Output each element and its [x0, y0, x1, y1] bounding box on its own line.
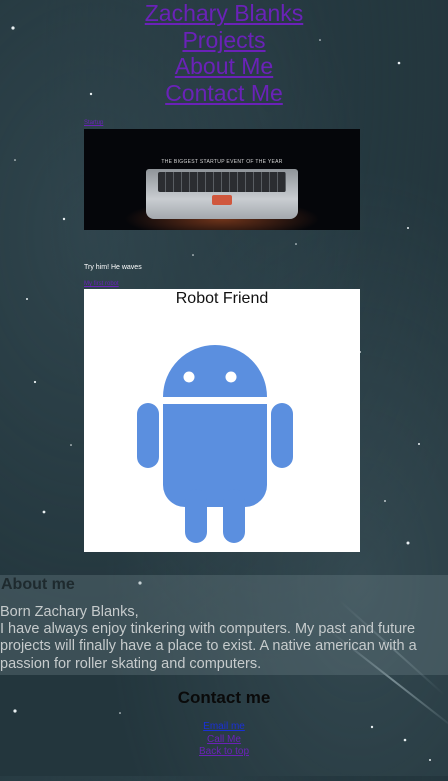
robot-project-link[interactable]: My first robot	[84, 281, 119, 287]
nav-link-about[interactable]: About Me	[0, 53, 448, 80]
robot-title: Robot Friend	[175, 290, 269, 307]
nav-link-home[interactable]: Zachary Blanks	[0, 0, 448, 27]
contact-links: Email me Call Me Back to top	[0, 721, 448, 759]
laptop-trackpad	[212, 195, 232, 205]
about-section: About me Born Zachary Blanks, I have alw…	[0, 575, 448, 675]
laptop-keyboard	[158, 172, 286, 192]
call-link[interactable]: Call Me	[0, 734, 448, 747]
android-robot-icon	[137, 345, 293, 543]
main-nav: Zachary Blanks Projects About Me Contact…	[0, 0, 448, 106]
about-text: Born Zachary Blanks, I have always enjoy…	[0, 604, 417, 672]
about-heading: About me	[1, 576, 75, 593]
nav-link-projects[interactable]: Projects	[0, 27, 448, 54]
about-body: Born Zachary Blanks, I have always enjoy…	[0, 604, 446, 673]
contact-section: Contact me Email me Call Me Back to top	[0, 688, 448, 759]
robot-friend-card[interactable]: Robot Friend	[84, 289, 360, 552]
robot-caption: Try him! He waves	[84, 264, 142, 271]
email-link[interactable]: Email me	[0, 721, 448, 734]
startup-project-link[interactable]: Startup	[84, 120, 103, 126]
startup-banner-text: THE BIGGEST STARTUP EVENT OF THE YEAR	[161, 159, 283, 165]
nav-link-contact[interactable]: Contact Me	[0, 80, 448, 107]
back-to-top-link[interactable]: Back to top	[0, 746, 448, 759]
contact-heading: Contact me	[177, 688, 271, 707]
startup-image[interactable]: THE BIGGEST STARTUP EVENT OF THE YEAR	[84, 129, 360, 230]
